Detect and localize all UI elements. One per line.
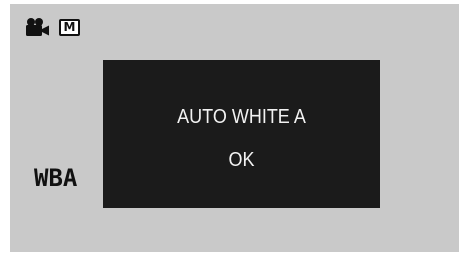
ok-button[interactable]: OK	[117, 148, 366, 172]
white-balance-label: WBA	[34, 164, 78, 192]
status-bar: M	[24, 13, 80, 41]
dialog-title: AUTO WHITE A	[177, 106, 306, 128]
manual-mode-badge: M	[59, 18, 80, 36]
auto-white-balance-dialog: AUTO WHITE A OK	[103, 60, 380, 208]
video-camera-icon	[24, 17, 50, 37]
camera-screen: M WBA AUTO WHITE A OK	[0, 0, 465, 259]
